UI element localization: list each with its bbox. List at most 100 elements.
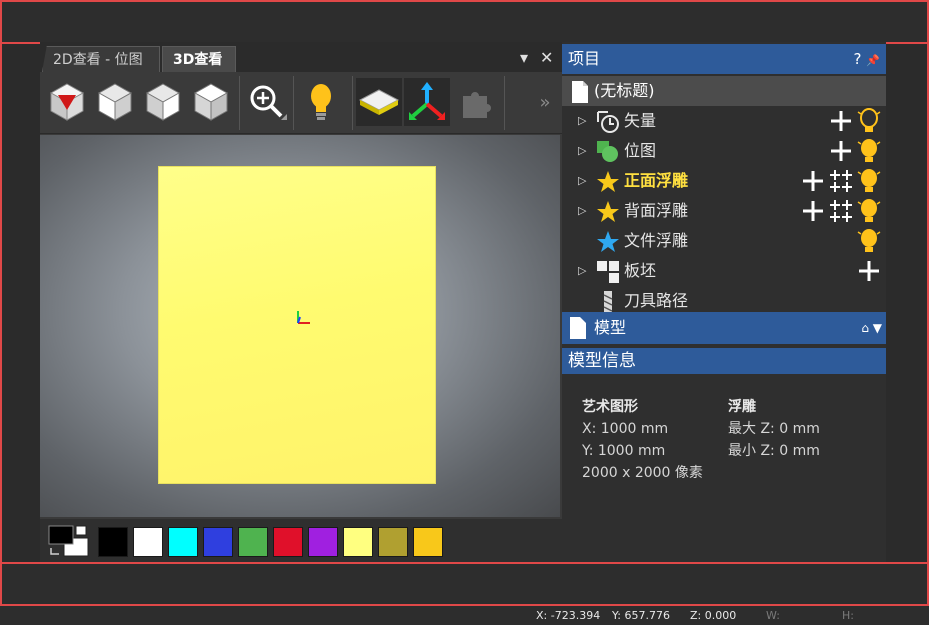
tree-item-label: 正面浮雕: [624, 171, 689, 190]
light-bulb-icon[interactable]: [856, 138, 882, 164]
tree-root-label: (无标题): [594, 81, 655, 100]
color-swatch[interactable]: [203, 527, 233, 557]
project-panel: 项目 ? 📌 (无标题) ▷ 矢量 ▷ 位图 ▷ 正面浮雕 ▷ 背面浮雕 文件浮…: [562, 42, 886, 562]
artwork-y: Y: 1000 mm: [582, 443, 666, 459]
home-icon[interactable]: ⌂: [861, 321, 869, 335]
artwork-pixels: 2000 x 2000 像素: [582, 465, 703, 481]
add-icon[interactable]: [828, 108, 854, 134]
expand-chevron-icon[interactable]: ▷: [578, 136, 586, 166]
add-icon[interactable]: [828, 138, 854, 164]
expand-arrows-icon: »: [539, 91, 551, 113]
tree-item-file-relief[interactable]: 文件浮雕: [562, 226, 886, 256]
status-x: X: -723.394: [536, 609, 601, 622]
model-info-title: 模型信息: [568, 351, 636, 371]
top-toolbar-band: [0, 0, 929, 44]
relief-surface-icon: [358, 89, 400, 115]
color-swatch[interactable]: [168, 527, 198, 557]
color-swatch[interactable]: [273, 527, 303, 557]
color-swatch[interactable]: [378, 527, 408, 557]
add-layer-icon[interactable]: [828, 168, 854, 194]
fg-bg-color-icon[interactable]: [48, 524, 92, 558]
expand-chevron-icon[interactable]: ▷: [578, 256, 586, 286]
tree-item-vector[interactable]: ▷ 矢量: [562, 106, 886, 136]
bottom-panel-band: [0, 562, 929, 606]
toolbar-separator: [352, 76, 353, 130]
view-front-button[interactable]: [92, 78, 138, 126]
puzzle-icon: [463, 92, 491, 118]
vector-icon: [597, 111, 619, 133]
relief-max-z: 最大 Z: 0 mm: [728, 421, 820, 437]
add-icon[interactable]: [800, 168, 826, 194]
expand-chevron-icon[interactable]: ▷: [578, 166, 586, 196]
status-y: Y: 657.776: [612, 609, 670, 622]
tree-item-block[interactable]: ▷ 板坯: [562, 256, 886, 286]
project-tree: (无标题) ▷ 矢量 ▷ 位图 ▷ 正面浮雕 ▷ 背面浮雕 文件浮雕 ▷ 板坯 …: [562, 76, 886, 313]
artwork-heading: 艺术图形: [582, 399, 638, 415]
plugin-button[interactable]: [454, 78, 500, 126]
star-gold-icon: [597, 171, 619, 192]
light-bulb-icon[interactable]: [856, 228, 882, 254]
color-swatch[interactable]: [343, 527, 373, 557]
model-info-content: 艺术图形 X: 1000 mm Y: 1000 mm 2000 x 2000 像…: [562, 374, 886, 562]
color-swatch[interactable]: [133, 527, 163, 557]
light-bulb-icon[interactable]: [856, 198, 882, 224]
view-front-icon: [97, 83, 133, 121]
tree-item-front-relief[interactable]: ▷ 正面浮雕: [562, 166, 886, 196]
color-swatch[interactable]: [308, 527, 338, 557]
color-palette: [40, 519, 562, 562]
add-layer-icon[interactable]: [828, 198, 854, 224]
model-panel-header[interactable]: 模型 ⌂ ▼: [562, 312, 886, 344]
color-swatch[interactable]: [98, 527, 128, 557]
tab-menu-icon[interactable]: ▾: [520, 48, 528, 67]
light-bulb-icon: [311, 84, 331, 120]
project-panel-header: 项目 ? 📌: [562, 44, 886, 74]
status-w: W:: [766, 609, 780, 622]
toolbar-separator: [504, 76, 505, 130]
light-bulb-icon[interactable]: [856, 168, 882, 194]
close-icon[interactable]: ✕: [540, 48, 553, 67]
3d-canvas[interactable]: [40, 135, 560, 517]
view-toolbar: »: [40, 72, 562, 134]
add-icon[interactable]: [856, 258, 882, 284]
bitmap-icon: [597, 141, 618, 162]
view-side-icon: [145, 83, 181, 121]
relief-min-z: 最小 Z: 0 mm: [728, 443, 820, 459]
axes-toggle-button[interactable]: [404, 78, 450, 126]
view-iso-button[interactable]: [44, 78, 90, 126]
tree-item-label: 位图: [624, 141, 657, 160]
tab-3d-view[interactable]: 3D查看: [162, 46, 236, 72]
view-side-button[interactable]: [140, 78, 186, 126]
relief-shading-button[interactable]: [356, 78, 402, 126]
lighting-button[interactable]: [298, 78, 344, 126]
expand-chevron-icon[interactable]: ▷: [578, 196, 586, 226]
star-blue-icon: [597, 231, 619, 252]
artwork-info: 艺术图形 X: 1000 mm Y: 1000 mm 2000 x 2000 像…: [582, 396, 703, 484]
add-icon[interactable]: [800, 198, 826, 224]
collapse-icon[interactable]: ▼: [873, 321, 882, 335]
tree-item-label: 背面浮雕: [624, 201, 689, 220]
model-info-header: 模型信息: [562, 348, 886, 374]
help-icon[interactable]: ?: [854, 50, 862, 68]
tree-item-back-relief[interactable]: ▷ 背面浮雕: [562, 196, 886, 226]
color-swatch[interactable]: [238, 527, 268, 557]
tree-root[interactable]: (无标题): [562, 76, 886, 106]
toolbar-overflow-button[interactable]: »: [530, 78, 560, 126]
view-top-icon: [193, 83, 229, 121]
view-top-button[interactable]: [188, 78, 234, 126]
expand-chevron-icon[interactable]: ▷: [578, 106, 586, 136]
pin-icon[interactable]: 📌: [866, 54, 880, 67]
relief-heading: 浮雕: [728, 399, 756, 415]
relief-info: 浮雕 最大 Z: 0 mm 最小 Z: 0 mm: [728, 396, 820, 462]
color-swatch[interactable]: [413, 527, 443, 557]
block-icon: [597, 261, 619, 283]
tree-item-bitmap[interactable]: ▷ 位图: [562, 136, 886, 166]
status-h: H:: [842, 609, 854, 622]
document-icon: [572, 81, 588, 103]
tree-item-label: 板坯: [624, 261, 657, 280]
tab-2d-view[interactable]: 2D查看 - 位图层: [42, 46, 160, 72]
zoom-button[interactable]: [244, 78, 290, 126]
project-title: 项目: [568, 49, 601, 68]
tree-item-label: 矢量: [624, 111, 657, 130]
zoom-icon: [250, 85, 287, 120]
light-bulb-outline-icon[interactable]: [856, 108, 882, 134]
